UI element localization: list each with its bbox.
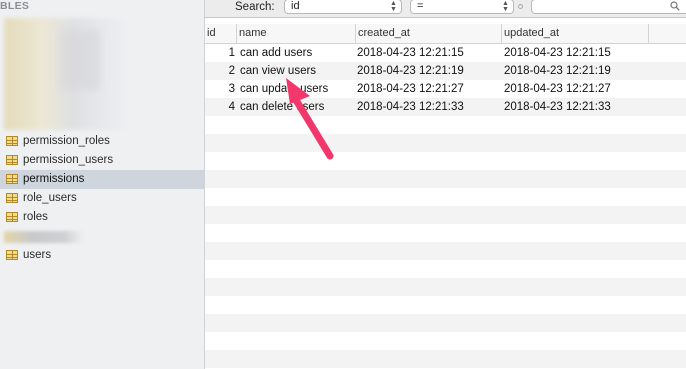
table-icon	[6, 250, 18, 260]
empty-row	[205, 260, 686, 278]
cell-id: 1	[228, 47, 235, 59]
table-icon	[6, 155, 18, 165]
empty-row	[205, 332, 686, 350]
cell-updated-at: 2018-04-23 12:21:33	[504, 101, 611, 113]
empty-row	[205, 188, 686, 206]
blurred-region	[4, 231, 84, 243]
grid-header: id name created_at updated_at	[205, 24, 686, 44]
empty-row	[205, 278, 686, 296]
table-item-label: role_users	[23, 192, 77, 204]
table-row[interactable]: 2 can view users 2018-04-23 12:21:19 201…	[205, 62, 686, 80]
table-item-role-users[interactable]: role_users	[0, 189, 204, 208]
data-grid: id name created_at updated_at 1 can add …	[205, 24, 686, 369]
cell-name: can view users	[240, 65, 317, 77]
table-item-label: permission_roles	[23, 135, 110, 147]
table-item-label: permissions	[23, 173, 85, 185]
chevron-updown-icon: ▲ ▼	[390, 0, 397, 13]
blurred-region	[60, 30, 100, 90]
sidebar-heading: BLES	[0, 0, 30, 12]
empty-row	[205, 152, 686, 170]
cell-created-at: 2018-04-23 12:21:15	[357, 47, 464, 59]
search-icon	[670, 1, 680, 11]
empty-row	[205, 242, 686, 260]
empty-row	[205, 116, 686, 134]
empty-row	[205, 170, 686, 188]
table-row[interactable]: 4 can delete users 2018-04-23 12:21:33 2…	[205, 98, 686, 116]
cell-name: can update users	[240, 83, 329, 95]
table-icon	[6, 136, 18, 146]
cell-id: 2	[228, 65, 235, 77]
sidebar: BLES permission_roles permission_users p…	[0, 0, 205, 369]
column-header-created-at[interactable]: created_at	[356, 24, 502, 43]
table-row[interactable]: 3 can update users 2018-04-23 12:21:27 2…	[205, 80, 686, 98]
cell-created-at: 2018-04-23 12:21:19	[357, 65, 464, 77]
cell-id: 3	[228, 83, 235, 95]
column-header-id[interactable]: id	[205, 24, 237, 43]
column-header-updated-at[interactable]: updated_at	[502, 24, 649, 43]
empty-row	[205, 224, 686, 242]
empty-row	[205, 350, 686, 368]
cell-name: can delete users	[240, 101, 325, 113]
table-icon	[6, 193, 18, 203]
cell-updated-at: 2018-04-23 12:21:27	[504, 83, 611, 95]
cell-created-at: 2018-04-23 12:21:27	[357, 83, 464, 95]
table-item-permission-users[interactable]: permission_users	[0, 151, 204, 170]
table-item-permission-roles[interactable]: permission_roles	[0, 132, 204, 151]
search-operator-select[interactable]: = ▲ ▼	[410, 0, 514, 14]
table-item-roles[interactable]: roles	[0, 208, 204, 227]
empty-row	[205, 296, 686, 314]
empty-row	[205, 134, 686, 152]
table-item-permissions[interactable]: permissions	[0, 170, 204, 189]
cell-created-at: 2018-04-23 12:21:33	[357, 101, 464, 113]
cell-updated-at: 2018-04-23 12:21:19	[504, 65, 611, 77]
clear-icon[interactable]	[518, 4, 523, 9]
empty-row	[205, 314, 686, 332]
cell-name: can add users	[240, 47, 313, 59]
cell-id: 4	[228, 101, 235, 113]
search-bar: Search: id ▲ ▼ = ▲ ▼	[205, 0, 686, 18]
table-row[interactable]: 1 can add users 2018-04-23 12:21:15 2018…	[205, 44, 686, 62]
table-icon	[6, 212, 18, 222]
chevron-updown-icon: ▲ ▼	[502, 0, 509, 13]
search-field-value: id	[291, 0, 300, 12]
empty-row	[205, 206, 686, 224]
table-item-users[interactable]: users	[0, 246, 204, 265]
search-field-select[interactable]: id ▲ ▼	[284, 0, 402, 14]
search-label: Search:	[235, 1, 275, 13]
table-item-label: permission_users	[23, 154, 114, 166]
search-value-input[interactable]	[531, 0, 686, 14]
column-header-name[interactable]: name	[237, 24, 356, 43]
table-item-label: roles	[23, 211, 48, 223]
cell-updated-at: 2018-04-23 12:21:15	[504, 47, 611, 59]
table-icon	[6, 174, 18, 184]
table-item-label: users	[23, 249, 52, 261]
search-operator-value: =	[417, 0, 424, 12]
